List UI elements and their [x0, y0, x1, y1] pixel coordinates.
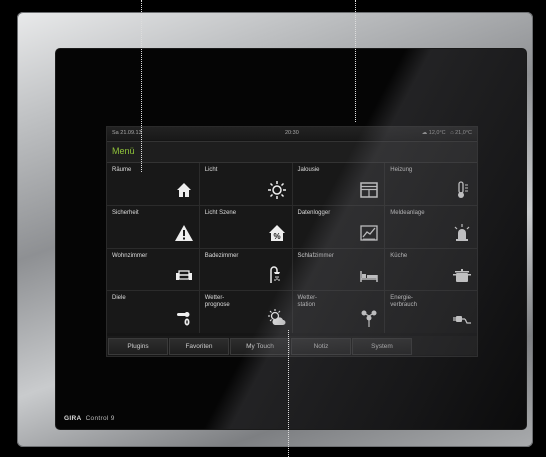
tile-label: Sicherheit [112, 209, 139, 216]
weather-icon [267, 308, 287, 328]
status-time: 20:30 [285, 130, 299, 136]
device-frame: Sa 21.09.13 20:30 ☁ 12,0°C ⌂ 21,0°C Menü… [17, 12, 533, 447]
tile-wohnzimmer[interactable]: Wohnzimmer [107, 248, 199, 291]
pot-icon [452, 265, 472, 285]
menu-title-bar: Menü [107, 141, 477, 163]
tile-label: Wetter- station [297, 295, 318, 309]
tile-label: Badezimmer [204, 252, 239, 259]
model-label: Control 9 [85, 415, 115, 422]
pointer-line-tabs [288, 330, 289, 457]
device-logo: GIRA Control 9 [64, 415, 115, 422]
brand-label: GIRA [64, 415, 82, 422]
tile-label: Meldeanlage [390, 209, 425, 216]
tile-wetterprognose[interactable]: Wetter- prognose [199, 291, 292, 333]
tile-label: Jalousie [297, 167, 320, 173]
tile-jalousie[interactable]: Jalousie [292, 163, 385, 205]
tile-meldeanlage[interactable]: Meldeanlage [385, 205, 477, 248]
tile-wetterstation[interactable]: Wetter- station [292, 291, 385, 333]
tile-energieverbrauch[interactable]: Energie- verbrauch [385, 291, 477, 333]
tile-label: Wetter- prognose [204, 295, 230, 309]
tile-label: Räume [112, 167, 132, 173]
tab-plugins[interactable]: Plugins [108, 338, 168, 355]
outdoor-temp: 12,0°C [428, 130, 446, 136]
tab-favoriten[interactable]: Favoriten [169, 338, 229, 355]
warning-icon [174, 223, 194, 243]
bottom-tab-bar: Plugins Favoriten My Touch Notiz System [107, 336, 477, 355]
tile-label: Datenlogger [297, 209, 331, 216]
tile-sicherheit[interactable]: Sicherheit [107, 205, 199, 248]
tile-licht[interactable]: Licht [199, 163, 292, 205]
tile-heizung[interactable]: Heizung [385, 163, 477, 205]
tile-label: Energie- verbrauch [390, 295, 417, 309]
tile-label: Licht [204, 167, 218, 173]
tile-diele[interactable]: Diele [107, 291, 199, 333]
tile-datenlogger[interactable]: Datenlogger [292, 205, 385, 248]
alarm-light-icon [452, 223, 472, 243]
tile-label: Schlafzimmer [297, 252, 334, 259]
status-bar: Sa 21.09.13 20:30 ☁ 12,0°C ⌂ 21,0°C [107, 127, 477, 140]
shower-icon [267, 265, 287, 285]
tab-notiz[interactable]: Notiz [291, 338, 351, 355]
chart-icon [359, 223, 379, 243]
menu-grid: Räume Licht Jalousie Heizung Sicherheit … [107, 163, 477, 333]
tab-system[interactable]: System [352, 338, 412, 355]
tile-label: Diele [112, 295, 126, 302]
svg-text:%: % [273, 232, 280, 241]
glass-panel: Sa 21.09.13 20:30 ☁ 12,0°C ⌂ 21,0°C Menü… [56, 49, 526, 429]
pointer-line-statusbar [355, 0, 356, 122]
indoor-temp: 21,0°C [455, 130, 472, 136]
plug-icon [452, 308, 472, 328]
sofa-icon [174, 265, 194, 285]
thermometer-icon [452, 180, 472, 200]
menu-title: Menü [112, 146, 135, 156]
weather-icon: ☁ [421, 130, 428, 136]
house-percent-icon: % [267, 223, 287, 243]
tile-kueche[interactable]: Küche [385, 248, 477, 291]
tile-schlafzimmer[interactable]: Schlafzimmer [292, 248, 385, 291]
tile-label: Heizung [390, 167, 413, 173]
sun-icon [267, 180, 287, 200]
touch-screen: Sa 21.09.13 20:30 ☁ 12,0°C ⌂ 21,0°C Menü… [106, 126, 478, 357]
tab-my-touch[interactable]: My Touch [230, 338, 290, 355]
blinds-icon [359, 180, 379, 200]
tile-licht-szene[interactable]: Licht Szene % [199, 205, 292, 248]
tile-label: Licht Szene [204, 209, 237, 216]
anemometer-icon [359, 308, 379, 328]
pointer-line-tiles [141, 0, 142, 172]
house-icon [174, 180, 194, 200]
status-temperatures: ☁ 12,0°C ⌂ 21,0°C [422, 127, 472, 140]
status-date: Sa 21.09.13 [112, 130, 142, 136]
bed-icon [359, 265, 379, 285]
tile-label: Küche [390, 252, 408, 259]
tile-badezimmer[interactable]: Badezimmer [199, 248, 292, 291]
door-handle-icon [174, 308, 194, 328]
tile-raeume[interactable]: Räume [107, 163, 199, 205]
home-icon: ⌂ [450, 130, 454, 136]
tile-label: Wohnzimmer [112, 252, 148, 259]
